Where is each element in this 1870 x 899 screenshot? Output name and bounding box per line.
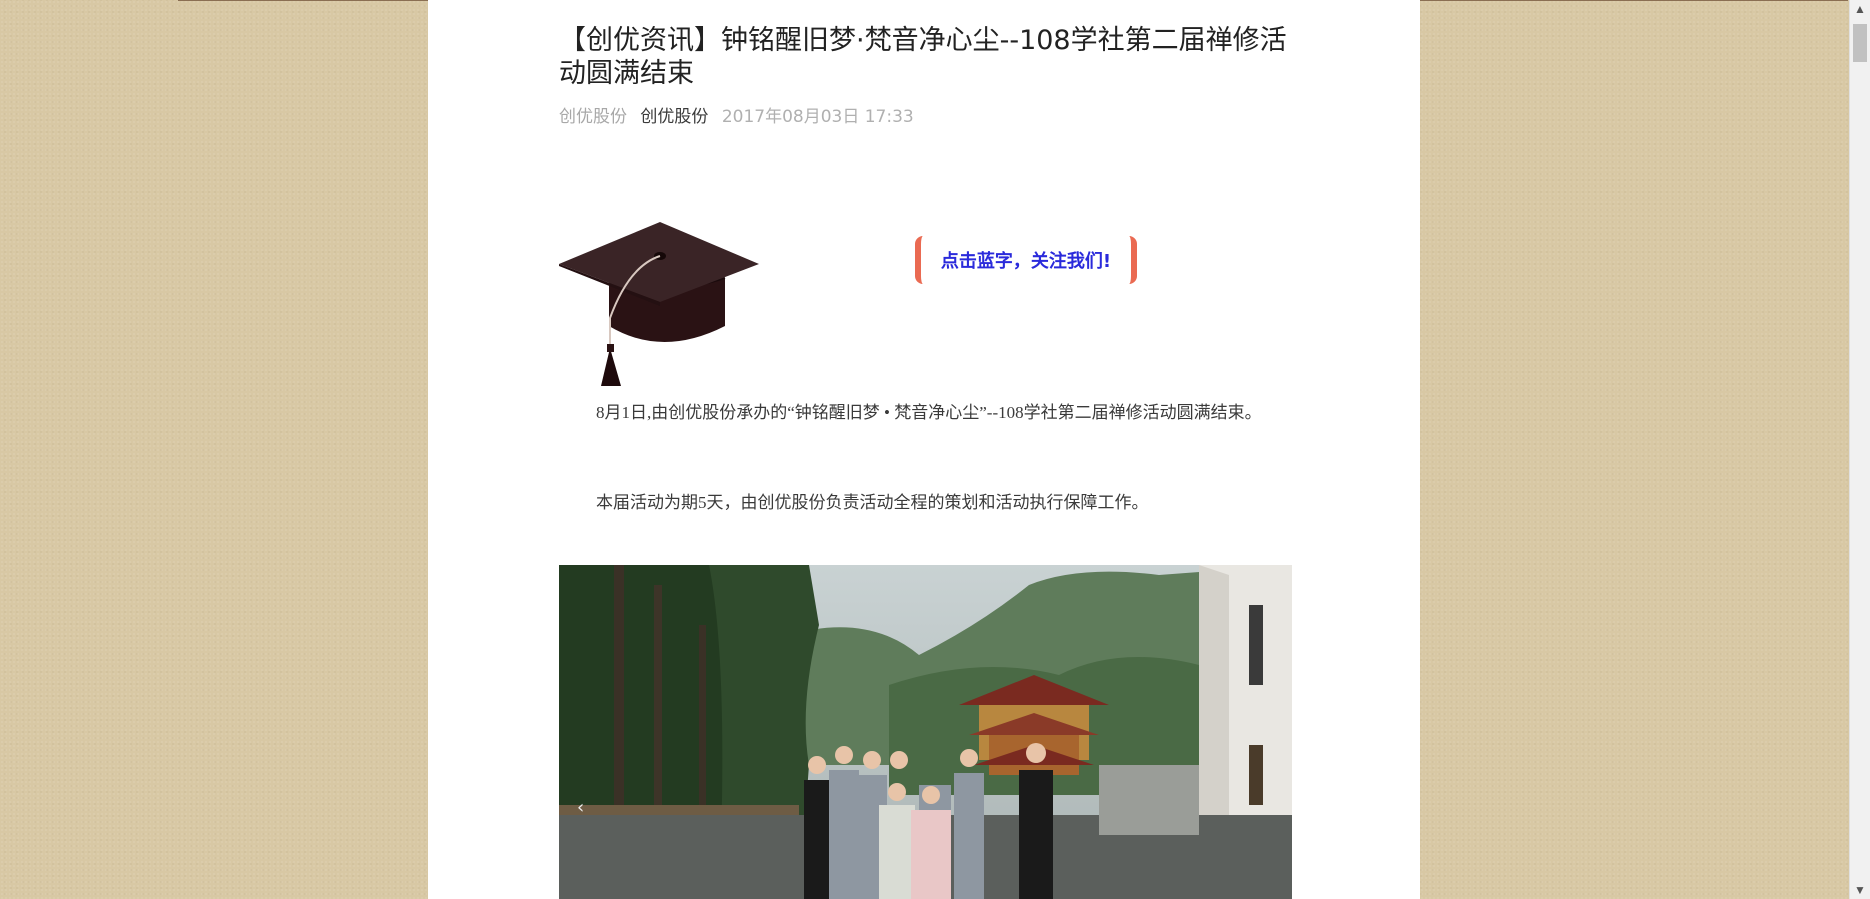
follow-banner[interactable]: 点击蓝字，关注我们! bbox=[915, 236, 1137, 284]
article-meta: 创优股份 创优股份 2017年08月03日 17:33 bbox=[559, 106, 914, 128]
chevron-down-icon[interactable]: ▼ bbox=[1850, 881, 1870, 899]
article-photo: ‹ bbox=[559, 565, 1292, 899]
article-title: 【创优资讯】钟铭醒旧梦·梵音净心尘--108学社第二届禅修活动圆满结束 bbox=[559, 25, 1287, 89]
chevron-up-icon[interactable]: ▲ bbox=[1850, 0, 1870, 18]
paragraph-1: 8月1日,由创优股份承办的“钟铭醒旧梦 • 梵音净心尘”--108学社第二届禅修… bbox=[596, 403, 1262, 422]
graduation-cap-icon bbox=[559, 222, 759, 386]
meta-author: 创优股份 bbox=[559, 107, 627, 127]
publish-date: 2017年08月03日 17:33 bbox=[721, 107, 914, 127]
account-link[interactable]: 创优股份 bbox=[640, 107, 708, 127]
follow-banner-text: 点击蓝字，关注我们! bbox=[940, 251, 1112, 272]
paragraph-2: 本届活动为期5天，由创优股份负责活动全程的策划和活动执行保障工作。 bbox=[596, 493, 1149, 512]
chevron-left-icon[interactable]: ‹ bbox=[577, 797, 584, 818]
article-page: 【创优资讯】钟铭醒旧梦·梵音净心尘--108学社第二届禅修活动圆满结束 创优股份… bbox=[428, 0, 1420, 899]
scrollbar-thumb[interactable] bbox=[1853, 24, 1867, 62]
scrollbar[interactable]: ▲ ▼ bbox=[1849, 0, 1870, 899]
